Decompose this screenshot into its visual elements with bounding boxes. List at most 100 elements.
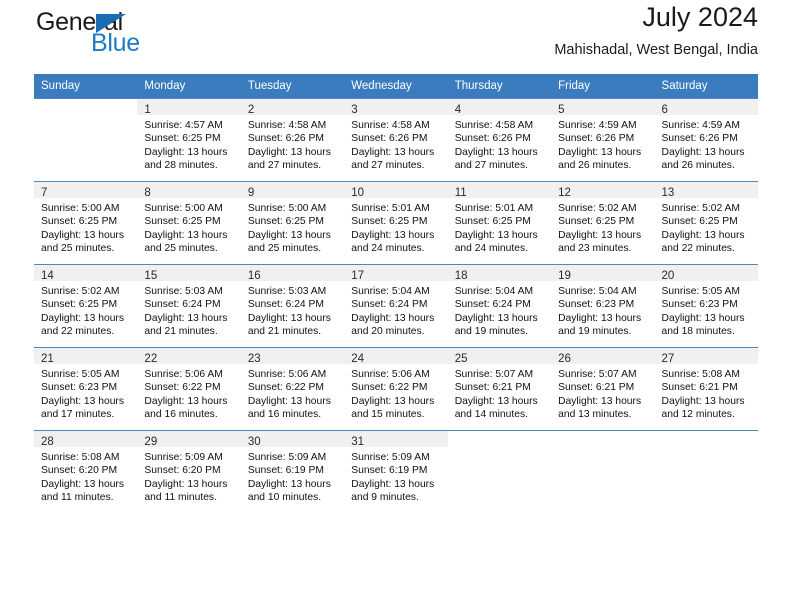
sunset-text: Sunset: 6:25 PM (351, 216, 428, 228)
calendar-day-cell[interactable]: 6 Sunrise: 4:59 AM Sunset: 6:26 PM Daylight… (654, 98, 758, 182)
day-cell-inner: 31 Sunrise: 5:09 AM Sunset: 6:19 PM Dayligh… (344, 431, 448, 513)
day-number: 3 (351, 104, 358, 116)
calendar-day-cell[interactable]: 18 Sunrise: 5:04 AM Sunset: 6:24 PM Dayligh… (447, 264, 552, 348)
sunset-text: Sunset: 6:22 PM (351, 382, 428, 394)
calendar-day-cell[interactable]: 14 Sunrise: 5:02 AM Sunset: 6:25 PM Dayligh… (34, 264, 138, 348)
sunrise-text: Sunrise: 5:04 AM (454, 286, 534, 297)
day-cell-inner: 19 Sunrise: 5:04 AM Sunset: 6:23 PM Dayligh… (551, 265, 655, 347)
calendar-day-cell[interactable]: 9 Sunrise: 5:00 AM Sunset: 6:25 PM Daylight… (240, 181, 345, 265)
sunrise-text: Sunrise: 5:01 AM (454, 203, 534, 214)
calendar-day-cell[interactable]: 27 Sunrise: 5:08 AM Sunset: 6:21 PM Dayligh… (654, 347, 758, 431)
calendar-day-cell[interactable]: 12 Sunrise: 5:02 AM Sunset: 6:25 PM Dayligh… (551, 181, 655, 265)
day-cell-inner: 25 Sunrise: 5:07 AM Sunset: 6:21 PM Dayligh… (447, 348, 552, 430)
sunset-text: Sunset: 6:23 PM (558, 299, 635, 311)
calendar-week-row: 21 Sunrise: 5:05 AM Sunset: 6:23 PM Dayligh… (34, 347, 758, 431)
day-cell-inner (34, 99, 138, 181)
day-cell-inner: 14 Sunrise: 5:02 AM Sunset: 6:25 PM Dayligh… (34, 265, 138, 347)
day-number-bar: 9 (240, 182, 345, 199)
daylight-text-line2: and 14 minutes. (454, 408, 528, 420)
daylight-text-line2: and 12 minutes. (661, 408, 735, 420)
calendar-day-cell[interactable]: 31 Sunrise: 5:09 AM Sunset: 6:19 PM Dayligh… (344, 430, 448, 513)
day-number-bar (447, 431, 552, 447)
daylight-text-line2: and 10 minutes. (247, 491, 322, 503)
day-number-bar: 12 (551, 182, 655, 199)
calendar-day-cell[interactable]: 16 Sunrise: 5:03 AM Sunset: 6:24 PM Dayligh… (240, 264, 345, 348)
daylight-text-line1: Daylight: 13 hours (144, 395, 228, 407)
day-cell-inner: 1 Sunrise: 4:57 AM Sunset: 6:25 PM Daylight… (137, 99, 241, 181)
day-number: 22 (144, 353, 158, 365)
day-details: Sunrise: 5:09 AM Sunset: 6:19 PM Daylight:… (344, 447, 447, 504)
calendar-day-cell[interactable]: 24 Sunrise: 5:06 AM Sunset: 6:22 PM Dayligh… (344, 347, 448, 431)
sunrise-text: Sunrise: 5:02 AM (41, 286, 120, 297)
calendar-day-cell[interactable]: 21 Sunrise: 5:05 AM Sunset: 6:23 PM Dayligh… (34, 347, 138, 431)
calendar-day-cell[interactable]: 4 Sunrise: 4:58 AM Sunset: 6:26 PM Daylight… (447, 98, 552, 182)
daylight-text-line1: Daylight: 13 hours (454, 395, 538, 407)
sunset-text: Sunset: 6:26 PM (558, 133, 635, 145)
daylight-text-line1: Daylight: 13 hours (454, 229, 538, 241)
day-details: Sunrise: 5:05 AM Sunset: 6:23 PM Daylight:… (655, 281, 758, 338)
calendar-day-cell[interactable]: 11 Sunrise: 5:01 AM Sunset: 6:25 PM Dayligh… (447, 181, 552, 265)
day-number: 13 (661, 187, 675, 199)
calendar-body: 1 Sunrise: 4:57 AM Sunset: 6:25 PM Daylight… (34, 98, 758, 513)
day-number: 18 (454, 270, 468, 282)
sunset-text: Sunset: 6:24 PM (454, 299, 531, 311)
day-number-bar: 17 (344, 265, 448, 282)
day-number: 14 (41, 270, 54, 282)
daylight-text-line1: Daylight: 13 hours (351, 395, 435, 407)
calendar-day-cell[interactable]: 25 Sunrise: 5:07 AM Sunset: 6:21 PM Dayligh… (447, 347, 552, 431)
daylight-text-line2: and 11 minutes. (144, 491, 217, 503)
day-details: Sunrise: 5:05 AM Sunset: 6:23 PM Daylight:… (34, 364, 137, 421)
calendar-day-cell[interactable]: 26 Sunrise: 5:07 AM Sunset: 6:21 PM Dayligh… (551, 347, 655, 431)
day-details: Sunrise: 5:02 AM Sunset: 6:25 PM Daylight:… (34, 281, 137, 338)
daylight-text-line2: and 16 minutes. (144, 408, 218, 420)
calendar-day-cell[interactable]: 28 Sunrise: 5:08 AM Sunset: 6:20 PM Dayligh… (34, 430, 138, 513)
day-number-bar: 27 (654, 348, 758, 365)
calendar-day-cell[interactable]: 2 Sunrise: 4:58 AM Sunset: 6:26 PM Daylight… (240, 98, 345, 182)
sunset-text: Sunset: 6:21 PM (661, 382, 738, 394)
daylight-text-line1: Daylight: 13 hours (41, 395, 124, 407)
sunset-text: Sunset: 6:20 PM (144, 465, 221, 477)
calendar-day-cell[interactable]: 8 Sunrise: 5:00 AM Sunset: 6:25 PM Daylight… (137, 181, 241, 265)
calendar-day-cell[interactable]: 29 Sunrise: 5:09 AM Sunset: 6:20 PM Dayligh… (137, 430, 241, 513)
day-details: Sunrise: 4:59 AM Sunset: 6:26 PM Daylight:… (551, 115, 654, 172)
calendar-day-cell[interactable]: 13 Sunrise: 5:02 AM Sunset: 6:25 PM Dayligh… (654, 181, 758, 265)
calendar-day-cell[interactable]: 10 Sunrise: 5:01 AM Sunset: 6:25 PM Dayligh… (344, 181, 448, 265)
day-details: Sunrise: 4:59 AM Sunset: 6:26 PM Daylight:… (655, 115, 758, 172)
day-number-bar: 4 (447, 99, 552, 116)
day-cell-inner: 23 Sunrise: 5:06 AM Sunset: 6:22 PM Dayligh… (240, 348, 345, 430)
calendar-cell-empty (447, 430, 552, 513)
calendar-day-cell[interactable]: 19 Sunrise: 5:04 AM Sunset: 6:23 PM Dayligh… (551, 264, 655, 348)
day-details: Sunrise: 5:09 AM Sunset: 6:19 PM Daylight:… (241, 447, 344, 504)
calendar-day-cell[interactable]: 5 Sunrise: 4:59 AM Sunset: 6:26 PM Daylight… (551, 98, 655, 182)
day-cell-inner: 27 Sunrise: 5:08 AM Sunset: 6:21 PM Dayligh… (654, 348, 758, 430)
calendar-day-cell[interactable]: 30 Sunrise: 5:09 AM Sunset: 6:19 PM Dayligh… (240, 430, 345, 513)
calendar-day-cell[interactable]: 17 Sunrise: 5:04 AM Sunset: 6:24 PM Dayligh… (344, 264, 448, 348)
calendar-day-cell[interactable]: 15 Sunrise: 5:03 AM Sunset: 6:24 PM Dayligh… (137, 264, 241, 348)
calendar-day-cell[interactable]: 20 Sunrise: 5:05 AM Sunset: 6:23 PM Dayligh… (654, 264, 758, 348)
calendar-day-cell[interactable]: 22 Sunrise: 5:06 AM Sunset: 6:22 PM Dayligh… (137, 347, 241, 431)
daylight-text-line2: and 15 minutes. (351, 408, 425, 420)
day-details: Sunrise: 5:06 AM Sunset: 6:22 PM Daylight:… (241, 364, 344, 421)
day-details: Sunrise: 5:08 AM Sunset: 6:20 PM Daylight:… (34, 447, 137, 504)
day-details: Sunrise: 5:01 AM Sunset: 6:25 PM Daylight:… (344, 198, 447, 255)
daylight-text-line2: and 21 minutes. (144, 325, 218, 337)
daylight-text-line1: Daylight: 13 hours (558, 229, 642, 241)
sunrise-text: Sunrise: 5:07 AM (454, 369, 534, 380)
calendar-day-cell[interactable]: 23 Sunrise: 5:06 AM Sunset: 6:22 PM Dayligh… (240, 347, 345, 431)
day-details: Sunrise: 5:03 AM Sunset: 6:24 PM Daylight:… (137, 281, 240, 338)
daylight-text-line1: Daylight: 13 hours (661, 146, 745, 158)
calendar-day-cell[interactable]: 3 Sunrise: 4:58 AM Sunset: 6:26 PM Daylight… (344, 98, 448, 182)
day-details: Sunrise: 5:04 AM Sunset: 6:24 PM Daylight:… (448, 281, 551, 338)
weekday-header-tuesday: Tuesday (240, 74, 345, 99)
day-details: Sunrise: 4:58 AM Sunset: 6:26 PM Daylight:… (241, 115, 344, 172)
sunset-text: Sunset: 6:26 PM (247, 133, 324, 145)
day-number-bar (551, 431, 655, 447)
daylight-text-line2: and 13 minutes. (558, 408, 632, 420)
calendar-day-cell[interactable]: 1 Sunrise: 4:57 AM Sunset: 6:25 PM Daylight… (137, 98, 241, 182)
sunset-text: Sunset: 6:20 PM (41, 465, 118, 477)
daylight-text-line2: and 9 minutes. (351, 491, 419, 503)
daylight-text-line1: Daylight: 13 hours (41, 229, 124, 241)
calendar-day-cell[interactable]: 7 Sunrise: 5:00 AM Sunset: 6:25 PM Daylight… (34, 181, 138, 265)
daylight-text-line2: and 16 minutes. (247, 408, 322, 420)
day-details: Sunrise: 5:02 AM Sunset: 6:25 PM Daylight:… (655, 198, 758, 255)
